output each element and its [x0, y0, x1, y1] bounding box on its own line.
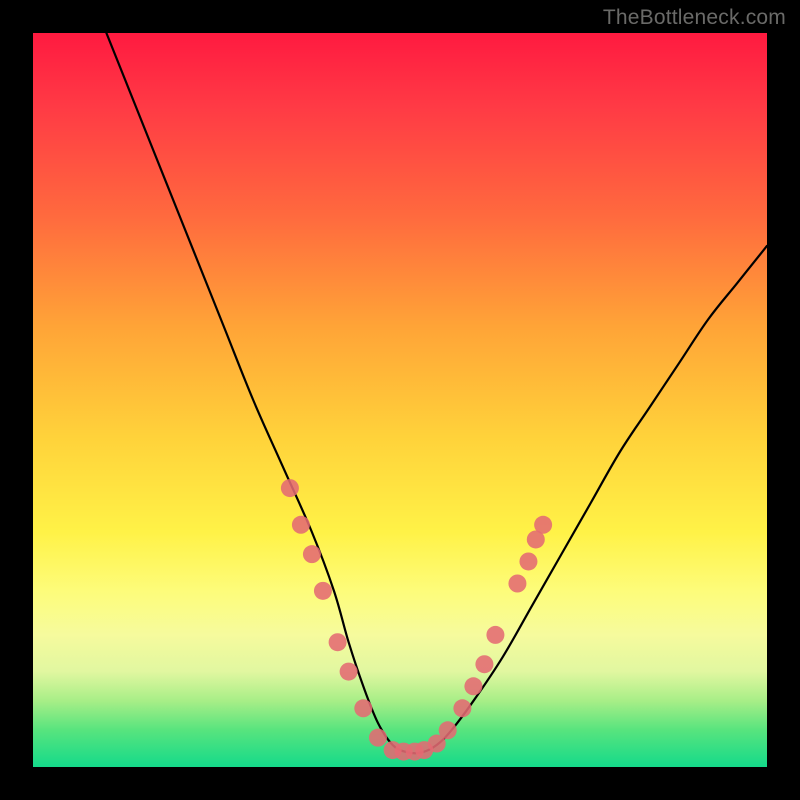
highlight-point: [292, 516, 310, 534]
chart-stage: TheBottleneck.com: [0, 0, 800, 800]
highlight-point: [281, 479, 299, 497]
highlight-point: [314, 582, 332, 600]
highlight-point: [303, 545, 321, 563]
highlight-point: [340, 663, 358, 681]
highlight-point: [508, 575, 526, 593]
highlight-point: [453, 699, 471, 717]
highlight-point: [486, 626, 504, 644]
chart-svg: [33, 33, 767, 767]
highlight-points-group: [281, 479, 552, 761]
highlight-point: [475, 655, 493, 673]
highlight-point: [354, 699, 372, 717]
highlight-point: [439, 721, 457, 739]
highlight-point: [369, 729, 387, 747]
highlight-point: [464, 677, 482, 695]
watermark-text: TheBottleneck.com: [603, 6, 786, 30]
highlight-point: [534, 516, 552, 534]
highlight-point: [329, 633, 347, 651]
bottleneck-curve: [106, 33, 767, 753]
highlight-point: [519, 552, 537, 570]
